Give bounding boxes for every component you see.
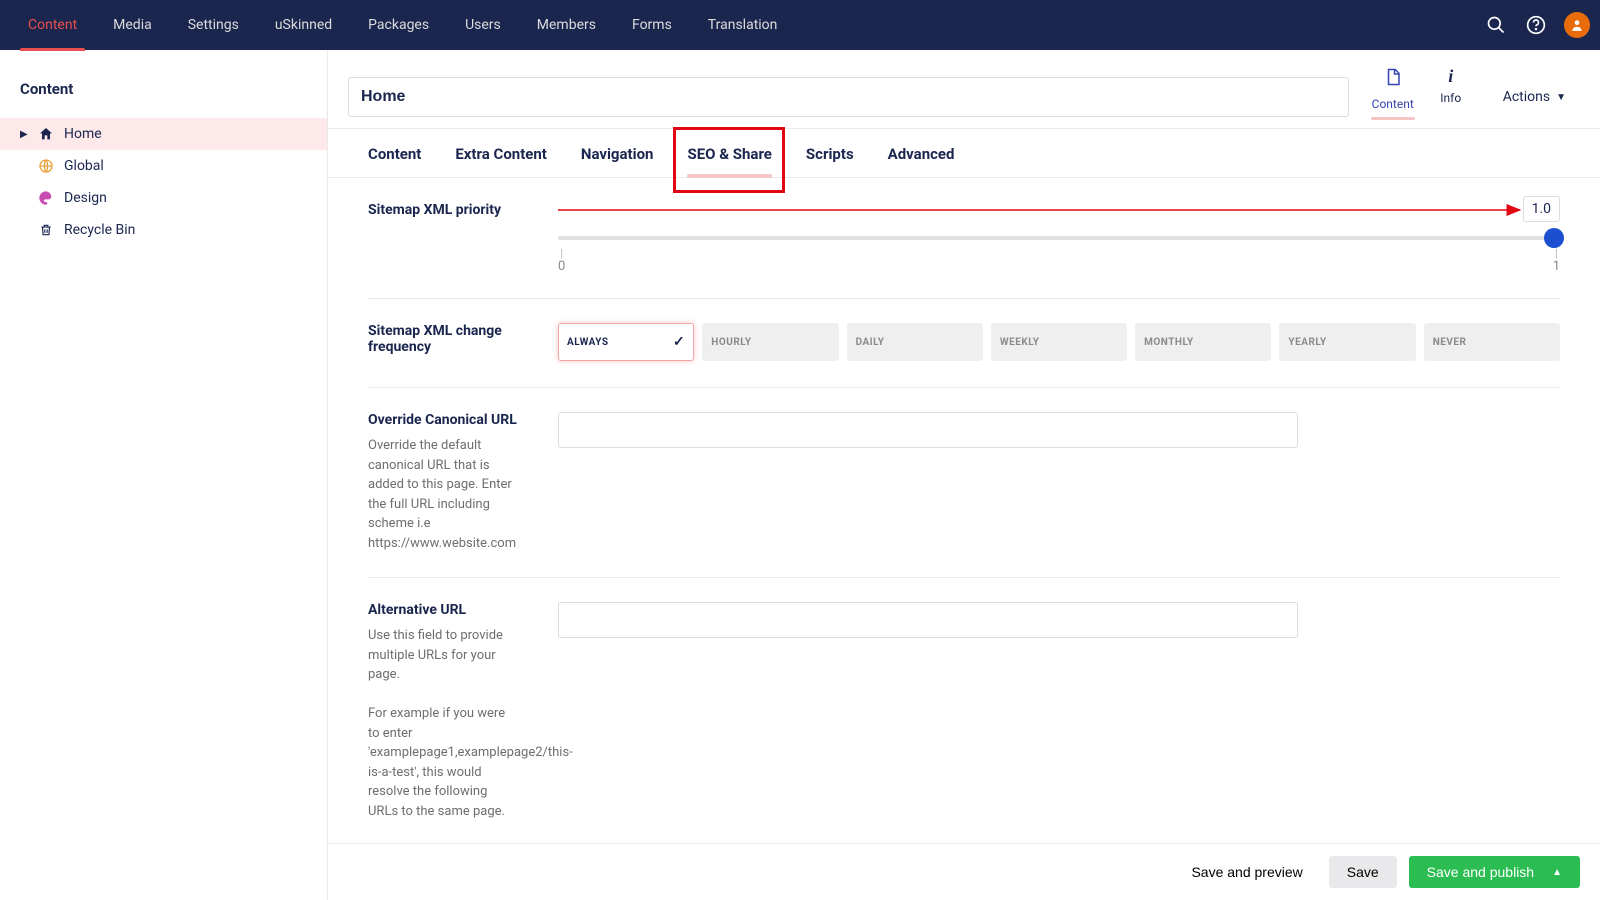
nav-settings[interactable]: Settings bbox=[170, 0, 257, 50]
canonical-input[interactable] bbox=[558, 412, 1298, 448]
subtab-advanced[interactable]: Advanced bbox=[888, 145, 955, 177]
tree-item-home[interactable]: ▶ Home bbox=[0, 118, 327, 150]
save-button[interactable]: Save bbox=[1329, 856, 1397, 888]
nav-users[interactable]: Users bbox=[447, 0, 519, 50]
tree-item-global[interactable]: ▶ Global bbox=[0, 150, 327, 182]
freq-monthly[interactable]: MONTHLY bbox=[1135, 323, 1271, 361]
freq-never[interactable]: NEVER bbox=[1424, 323, 1560, 361]
field-label-frequency: Sitemap XML change frequency bbox=[368, 323, 518, 355]
subtab-extra-content[interactable]: Extra Content bbox=[455, 145, 547, 177]
nav-uskinned[interactable]: uSkinned bbox=[257, 0, 350, 50]
slider-max: 1 bbox=[1553, 259, 1560, 274]
freq-yearly[interactable]: YEARLY bbox=[1279, 323, 1415, 361]
frequency-group: ALWAYS ✓ HOURLY DAILY WEEKLY MONTHLY YEA… bbox=[558, 323, 1560, 361]
subtab-scripts[interactable]: Scripts bbox=[806, 145, 854, 177]
tree-item-design[interactable]: ▶ Design bbox=[0, 182, 327, 214]
home-icon bbox=[38, 126, 54, 142]
nav-translation[interactable]: Translation bbox=[690, 0, 796, 50]
annotation-arrow bbox=[558, 200, 1560, 220]
tree-item-recycle-bin[interactable]: ▶ Recycle Bin bbox=[0, 214, 327, 246]
nav-media[interactable]: Media bbox=[95, 0, 170, 50]
subtab-seo-share[interactable]: SEO & Share bbox=[687, 145, 771, 177]
caret-up-icon: ▲ bbox=[1552, 867, 1562, 878]
page-title-input[interactable] bbox=[348, 77, 1349, 117]
chevron-right-icon[interactable]: ▶ bbox=[20, 129, 28, 140]
field-help-canonical: Override the default canonical URL that … bbox=[368, 436, 518, 553]
sidebar-title: Content bbox=[0, 50, 327, 118]
panel-tab-info[interactable]: i Info bbox=[1429, 66, 1473, 128]
check-icon: ✓ bbox=[673, 334, 685, 350]
editor: Content i Info Actions ▼ Content Extra C… bbox=[328, 50, 1600, 900]
avatar[interactable] bbox=[1564, 12, 1590, 38]
nav-forms[interactable]: Forms bbox=[614, 0, 690, 50]
search-icon[interactable] bbox=[1476, 0, 1516, 50]
actions-button[interactable]: Actions ▼ bbox=[1489, 79, 1580, 115]
slider-thumb[interactable] bbox=[1544, 228, 1564, 248]
trash-icon bbox=[38, 223, 54, 237]
tree-label: Global bbox=[64, 158, 104, 174]
freq-weekly[interactable]: WEEKLY bbox=[991, 323, 1127, 361]
top-nav: Content Media Settings uSkinned Packages… bbox=[0, 0, 1600, 50]
palette-icon bbox=[38, 190, 54, 206]
tree-label: Recycle Bin bbox=[64, 222, 135, 238]
globe-icon bbox=[38, 158, 54, 174]
slider-min: 0 bbox=[558, 259, 565, 274]
field-label-canonical: Override Canonical URL bbox=[368, 412, 518, 428]
panel-tab-content[interactable]: Content bbox=[1371, 66, 1415, 128]
tree-label: Design bbox=[64, 190, 107, 206]
save-preview-button[interactable]: Save and preview bbox=[1177, 856, 1316, 888]
nav-members[interactable]: Members bbox=[519, 0, 614, 50]
alternative-input[interactable] bbox=[558, 602, 1298, 638]
nav-packages[interactable]: Packages bbox=[350, 0, 447, 50]
document-icon bbox=[1384, 66, 1402, 93]
field-label-alternative: Alternative URL bbox=[368, 602, 518, 618]
subtab-navigation[interactable]: Navigation bbox=[581, 145, 654, 177]
priority-slider[interactable]: 1.0 |0 |1 bbox=[558, 202, 1560, 274]
footer: Save and preview Save Save and publish ▲ bbox=[328, 843, 1600, 900]
caret-down-icon: ▼ bbox=[1556, 92, 1566, 103]
panel-tab-label: Content bbox=[1372, 97, 1414, 111]
save-publish-button[interactable]: Save and publish ▲ bbox=[1409, 856, 1580, 888]
priority-value: 1.0 bbox=[1523, 196, 1560, 222]
tree-label: Home bbox=[64, 126, 102, 142]
freq-always[interactable]: ALWAYS ✓ bbox=[558, 323, 694, 361]
help-icon[interactable] bbox=[1516, 0, 1556, 50]
info-icon: i bbox=[1448, 66, 1453, 87]
freq-daily[interactable]: DAILY bbox=[847, 323, 983, 361]
field-label-priority: Sitemap XML priority bbox=[368, 202, 518, 218]
panel-tab-label: Info bbox=[1440, 91, 1461, 105]
nav-content[interactable]: Content bbox=[10, 0, 95, 50]
subtab-content[interactable]: Content bbox=[368, 145, 421, 177]
field-help-alternative: Use this field to provide multiple URLs … bbox=[368, 626, 518, 860]
freq-hourly[interactable]: HOURLY bbox=[702, 323, 838, 361]
sidebar: Content ▶ Home ▶ Global ▶ bbox=[0, 50, 328, 900]
